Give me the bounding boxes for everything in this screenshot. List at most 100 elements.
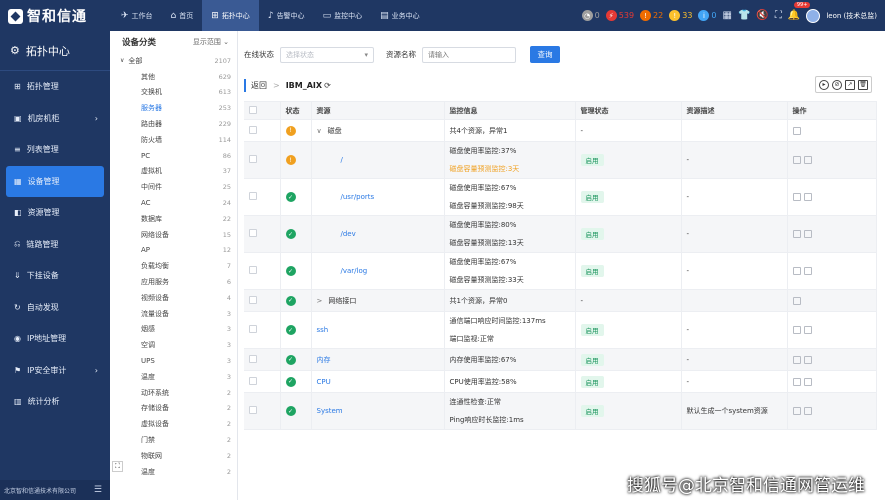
collapse-icon[interactable]: ∨: [317, 127, 322, 135]
alarm-stat[interactable]: ⚡ 539: [605, 10, 634, 21]
table-row[interactable]: ✓ ssh 通信端口响应时间监控:137ms 端口监视:正常 启用 -: [244, 311, 877, 349]
delete-icon[interactable]: [792, 296, 801, 305]
name-input[interactable]: [422, 46, 516, 63]
category-item[interactable]: 交换机 613: [110, 85, 237, 101]
category-item[interactable]: 中间件 25: [110, 179, 237, 195]
row-checkbox[interactable]: [249, 229, 257, 237]
manage-status-badge[interactable]: 启用: [580, 154, 604, 166]
row-checkbox[interactable]: [249, 325, 257, 333]
row-checkbox[interactable]: [249, 266, 257, 274]
export-icon[interactable]: ↗: [845, 79, 855, 90]
query-button[interactable]: 查询: [530, 46, 560, 63]
row-checkbox[interactable]: [249, 354, 257, 363]
tab-3[interactable]: ♪ 告警中心: [259, 0, 314, 31]
sidebar-item-2[interactable]: ≡ 列表管理: [0, 134, 110, 166]
sidebar-item-0[interactable]: ⊞ 拓扑管理: [0, 71, 110, 103]
sidebar-item-10[interactable]: ▥ 统计分析: [0, 386, 110, 418]
tab-0[interactable]: ✈ 工作台: [112, 0, 162, 31]
category-item[interactable]: PC 86: [110, 148, 237, 164]
sidebar-item-7[interactable]: ↻ 自动发现: [0, 292, 110, 324]
category-item[interactable]: 负载均衡 7: [110, 258, 237, 274]
manage-status-badge[interactable]: 启用: [580, 265, 604, 277]
edit-icon[interactable]: [792, 193, 801, 201]
category-item[interactable]: 数据库 22: [110, 211, 237, 227]
tab-1[interactable]: ⌂ 首页: [162, 0, 203, 31]
resource-name[interactable]: /usr/ports: [341, 193, 375, 201]
edit-icon[interactable]: [792, 267, 801, 275]
tab-5[interactable]: ▤ 业务中心: [371, 0, 429, 31]
sidebar-item-6[interactable]: ⇓ 下挂设备: [0, 260, 110, 292]
delete-icon[interactable]: [803, 407, 812, 415]
manage-status-badge[interactable]: 启用: [580, 353, 604, 366]
category-item[interactable]: 动环系统 2: [110, 385, 237, 401]
resource-name[interactable]: System: [317, 407, 343, 415]
play-icon[interactable]: ▸: [819, 79, 829, 90]
manage-status-badge[interactable]: 启用: [580, 324, 604, 336]
resource-name[interactable]: /: [341, 156, 343, 164]
manage-status-badge[interactable]: 启用: [580, 228, 604, 240]
sidebar-item-3[interactable]: ▦ 设备管理: [6, 165, 104, 197]
category-item[interactable]: 网络设备 15: [110, 227, 237, 243]
category-item[interactable]: 其他 629: [110, 69, 237, 85]
edit-icon[interactable]: [792, 407, 801, 415]
manage-status-badge[interactable]: 启用: [580, 375, 604, 388]
edit-icon[interactable]: [792, 230, 801, 238]
menu-icon[interactable]: ☰: [94, 485, 102, 495]
category-item[interactable]: 应用服务 6: [110, 274, 237, 290]
delete-icon[interactable]: [803, 377, 812, 386]
edit-icon[interactable]: [792, 156, 801, 164]
category-item[interactable]: 服务器 253: [110, 100, 237, 116]
shirt-icon[interactable]: 👕: [738, 10, 750, 21]
category-item[interactable]: 烟感 3: [110, 322, 237, 338]
edit-icon[interactable]: [792, 377, 801, 386]
alarm-stat[interactable]: i0: [698, 10, 717, 21]
category-item[interactable]: AC 24: [110, 195, 237, 211]
table-row[interactable]: ✓ System 连通性检查:正常 Ping响应时长监控:1ms 启用 默认生成一个sys…: [244, 392, 877, 430]
resource-name[interactable]: 内存: [317, 356, 331, 364]
row-checkbox[interactable]: [249, 155, 257, 163]
resource-name[interactable]: /dev: [341, 230, 356, 238]
category-item[interactable]: 虚拟设备 2: [110, 416, 237, 432]
category-item[interactable]: 存储设备 2: [110, 401, 237, 417]
category-item[interactable]: AP 12: [110, 243, 237, 259]
scope-dropdown[interactable]: 显示范围 ⌄: [193, 37, 229, 47]
sidebar-item-9[interactable]: ⚑ IP安全审计 ›: [0, 355, 110, 387]
back-link[interactable]: 返回: [251, 80, 267, 91]
resource-name[interactable]: CPU: [317, 378, 331, 386]
row-checkbox[interactable]: [249, 295, 257, 304]
delete-icon[interactable]: [803, 193, 812, 201]
tab-4[interactable]: ▭ 监控中心: [314, 0, 372, 31]
category-item[interactable]: 温度 2: [110, 464, 237, 480]
category-item[interactable]: 门禁 2: [110, 432, 237, 448]
row-checkbox[interactable]: [249, 406, 257, 414]
table-row[interactable]: ✓ 内存 内存使用率监控:67% 启用 -: [244, 348, 877, 371]
edit-icon[interactable]: [792, 326, 801, 334]
category-item[interactable]: 空调 3: [110, 337, 237, 353]
table-row[interactable]: ! ∨ 磁盘 共4个资源，异常1 -: [244, 119, 877, 142]
grid-icon[interactable]: ▦: [723, 10, 732, 21]
delete-icon[interactable]: [792, 126, 801, 135]
sidebar-item-4[interactable]: ◧ 资源管理: [0, 197, 110, 229]
row-checkbox[interactable]: [249, 376, 257, 385]
category-root[interactable]: ∨ 全部 2107: [110, 53, 237, 69]
expand-icon[interactable]: ⛶: [775, 10, 782, 21]
notification-icon[interactable]: 🔔 99+: [788, 2, 811, 21]
alarm-stat[interactable]: ! 22: [640, 10, 663, 21]
category-item[interactable]: 路由器 229: [110, 116, 237, 132]
tab-2[interactable]: ⊞ 拓扑中心: [202, 0, 259, 31]
row-checkbox[interactable]: [249, 125, 257, 134]
category-item[interactable]: 温度 3: [110, 369, 237, 385]
edit-icon[interactable]: [792, 355, 801, 364]
delete-icon[interactable]: [803, 326, 812, 334]
alarm-stat[interactable]: ◔ 0: [581, 10, 600, 21]
manage-status-badge[interactable]: 启用: [580, 191, 604, 203]
expand-icon[interactable]: >: [317, 297, 323, 305]
sidebar-item-5[interactable]: ⎌ 链路管理: [0, 229, 110, 261]
row-checkbox[interactable]: [249, 192, 257, 200]
table-row[interactable]: ✓ > 网络接口 共1个资源，异常0 -: [244, 289, 877, 312]
category-item[interactable]: UPS 3: [110, 353, 237, 369]
delete-icon[interactable]: [803, 267, 812, 275]
table-row[interactable]: ✓ CPU CPU使用率监控:58% 启用 -: [244, 370, 877, 393]
category-item[interactable]: 物联网 2: [110, 448, 237, 464]
category-item[interactable]: 防火墙 114: [110, 132, 237, 148]
